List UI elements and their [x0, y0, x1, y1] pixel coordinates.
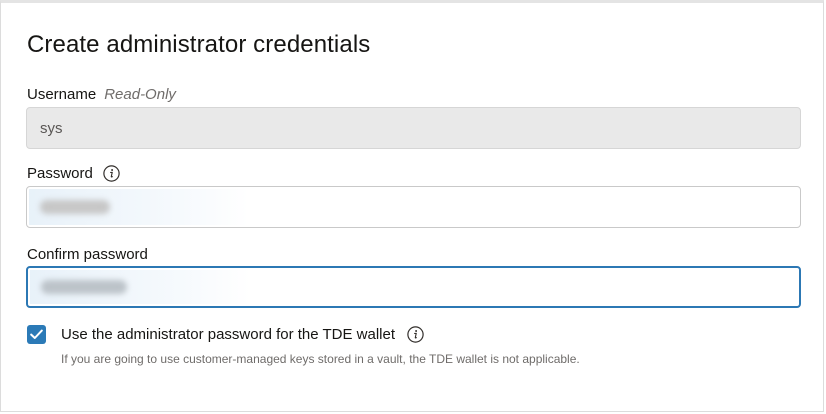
tde-wallet-label[interactable]: Use the administrator password for the T… [61, 326, 395, 343]
checkmark-icon [30, 329, 43, 339]
credentials-panel: Create administrator credentials Usernam… [0, 0, 824, 412]
password-masked-value [40, 200, 110, 214]
confirm-password-label-row: Confirm password [27, 246, 148, 263]
username-field: sys [26, 107, 801, 149]
confirm-password-field[interactable] [26, 266, 801, 308]
password-info-icon[interactable] [103, 165, 120, 182]
username-value: sys [40, 119, 63, 137]
password-label: Password [27, 165, 93, 182]
password-field[interactable] [26, 186, 801, 228]
read-only-note: Read-Only [104, 86, 176, 103]
confirm-password-label: Confirm password [27, 246, 148, 263]
tde-wallet-checkbox[interactable] [27, 325, 46, 344]
tde-wallet-label-row: Use the administrator password for the T… [61, 326, 424, 343]
tde-info-icon[interactable] [407, 326, 424, 343]
tde-helper-text: If you are going to use customer-managed… [61, 352, 580, 366]
confirm-password-masked-value [41, 280, 127, 294]
page-title: Create administrator credentials [27, 31, 371, 58]
username-label: Username [27, 86, 97, 103]
password-label-row: Password [27, 165, 120, 182]
username-label-row: Username Read-Only [27, 86, 176, 103]
